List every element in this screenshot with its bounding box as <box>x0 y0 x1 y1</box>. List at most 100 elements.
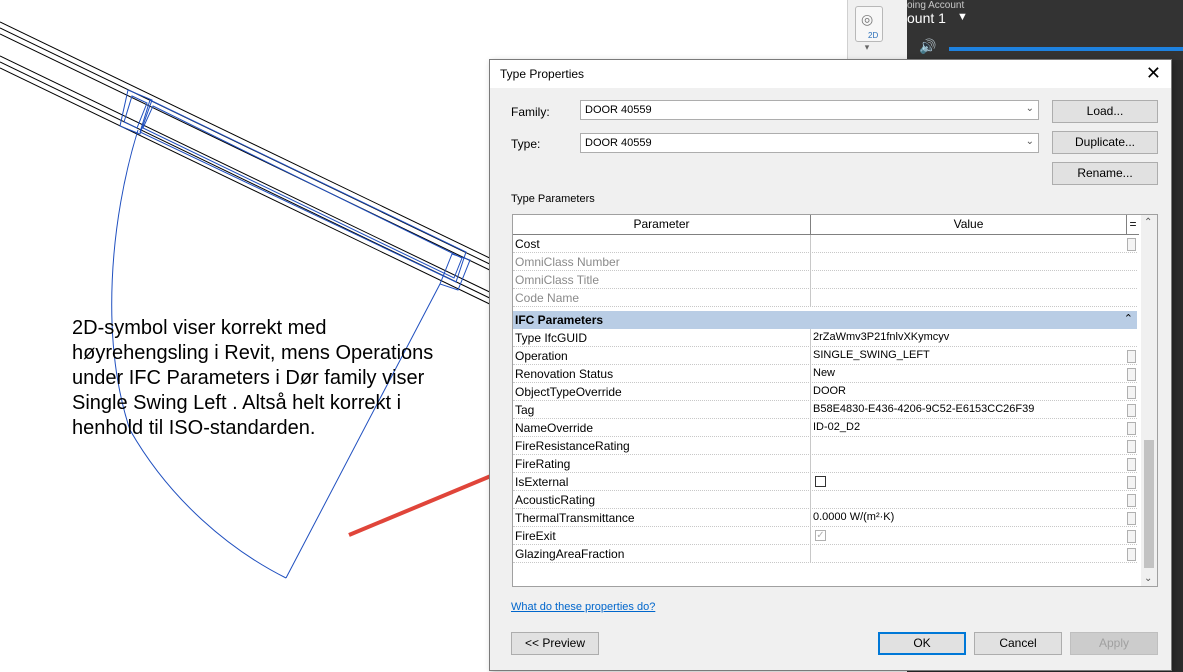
param-name: FireExit <box>515 529 556 543</box>
table-row[interactable]: Operation SINGLE_SWING_LEFT <box>513 347 1137 365</box>
group-header-ifc-parameters[interactable]: IFC Parameters ⌃ <box>513 311 1137 329</box>
type-properties-dialog: Type Properties ✕ Family: DOOR 40559 ⌄ L… <box>489 59 1172 671</box>
table-row[interactable]: Tag B58E4830-E436-4206-9C52-E6153CC26F39 <box>513 401 1137 419</box>
cancel-button[interactable]: Cancel <box>974 632 1062 655</box>
fire-exit-checkbox[interactable]: ✓ <box>815 530 826 541</box>
vertical-scrollbar[interactable]: ⌃ ⌄ <box>1141 215 1157 586</box>
param-value[interactable]: 2rZaWmv3P21fnlvXKymcyv <box>813 331 949 343</box>
table-row[interactable]: IsExternal <box>513 473 1137 491</box>
dialog-titlebar[interactable]: Type Properties ✕ <box>490 60 1171 88</box>
param-value[interactable]: DOOR <box>813 385 846 397</box>
associate-parameter-button[interactable] <box>1127 440 1136 453</box>
table-row[interactable]: FireRating <box>513 455 1137 473</box>
associate-parameter-button[interactable] <box>1127 512 1136 525</box>
family-dropdown[interactable]: DOOR 40559 ⌄ <box>580 100 1039 120</box>
column-divider <box>810 383 811 401</box>
param-name: OmniClass Title <box>515 273 600 287</box>
table-row[interactable]: FireExit ✓ <box>513 527 1137 545</box>
param-value[interactable]: SINGLE_SWING_LEFT <box>813 349 930 361</box>
scroll-down-icon[interactable]: ⌄ <box>1144 573 1152 584</box>
associate-parameter-button[interactable] <box>1127 238 1136 251</box>
param-name: Renovation Status <box>515 367 614 381</box>
param-name: Operation <box>515 349 568 363</box>
account-dropdown-icon[interactable]: ▼ <box>957 11 968 23</box>
table-row[interactable]: AcousticRating <box>513 491 1137 509</box>
column-divider <box>810 401 811 419</box>
collapse-icon[interactable]: ⌃ <box>1124 312 1133 325</box>
param-name: Tag <box>515 403 535 417</box>
scrollbar-thumb[interactable] <box>1144 440 1154 568</box>
associate-parameter-button[interactable] <box>1127 368 1136 381</box>
duplicate-button[interactable]: Duplicate... <box>1052 131 1158 154</box>
param-value[interactable]: 0.0000 W/(m²·K) <box>813 511 894 523</box>
volume-slider[interactable] <box>949 47 1183 51</box>
close-icon[interactable]: ✕ <box>1146 63 1161 84</box>
ok-button[interactable]: OK <box>878 632 966 655</box>
family-value: DOOR 40559 <box>585 104 652 116</box>
table-row[interactable]: NameOverride ID-02_D2 <box>513 419 1137 437</box>
param-name: ObjectTypeOverride <box>515 385 622 399</box>
associate-parameter-button[interactable] <box>1127 458 1136 471</box>
param-name: AcousticRating <box>515 493 596 507</box>
is-external-checkbox[interactable] <box>815 476 826 487</box>
chevron-down-icon[interactable]: ▾ <box>860 42 874 54</box>
speaker-icon[interactable]: 🔊 <box>919 38 936 55</box>
param-name: IsExternal <box>515 475 569 489</box>
nav-2d-label: 2D <box>868 31 879 40</box>
column-header-parameter[interactable]: Parameter <box>513 215 811 235</box>
associate-parameter-button[interactable] <box>1127 404 1136 417</box>
load-button[interactable]: Load... <box>1052 100 1158 123</box>
table-row[interactable]: Code Name <box>513 289 1137 307</box>
table-row[interactable]: GlazingAreaFraction <box>513 545 1137 563</box>
param-name: GlazingAreaFraction <box>515 547 625 561</box>
apply-button[interactable]: Apply <box>1070 632 1158 655</box>
associate-parameter-button[interactable] <box>1127 422 1136 435</box>
table-row[interactable]: Renovation Status New <box>513 365 1137 383</box>
associate-parameter-button[interactable] <box>1127 476 1136 489</box>
param-value[interactable]: B58E4830-E436-4206-9C52-E6153CC26F39 <box>813 403 1034 415</box>
help-link[interactable]: What do these properties do? <box>511 601 655 613</box>
column-divider <box>810 329 811 347</box>
param-name: Type IfcGUID <box>515 331 588 345</box>
column-divider <box>810 527 811 545</box>
column-divider <box>810 509 811 527</box>
column-divider <box>810 235 811 253</box>
param-name: FireResistanceRating <box>515 439 630 453</box>
associate-parameter-button[interactable] <box>1127 350 1136 363</box>
chevron-down-icon: ⌄ <box>1025 103 1034 114</box>
param-name: FireRating <box>515 457 571 471</box>
family-label: Family: <box>511 105 550 119</box>
account-panel: oing Account ount 1 ▼ 🔊 <box>907 0 1183 60</box>
preview-button[interactable]: << Preview <box>511 632 599 655</box>
column-divider <box>810 545 811 563</box>
table-row[interactable]: ObjectTypeOverride DOOR <box>513 383 1137 401</box>
parameters-grid: Parameter Value = Cost OmniClass Number … <box>512 214 1158 587</box>
table-row[interactable]: FireResistanceRating <box>513 437 1137 455</box>
associate-parameter-button[interactable] <box>1127 386 1136 399</box>
rename-button[interactable]: Rename... <box>1052 162 1158 185</box>
group-title: IFC Parameters <box>515 313 604 327</box>
column-divider <box>810 437 811 455</box>
table-row[interactable]: OmniClass Title <box>513 271 1137 289</box>
type-dropdown[interactable]: DOOR 40559 ⌄ <box>580 133 1039 153</box>
associate-parameter-button[interactable] <box>1127 530 1136 543</box>
table-row[interactable]: Type IfcGUID 2rZaWmv3P21fnlvXKymcyv <box>513 329 1137 347</box>
table-row[interactable]: Cost <box>513 235 1137 253</box>
account-name[interactable]: ount 1 <box>907 10 946 26</box>
column-header-value[interactable]: Value <box>811 215 1127 235</box>
dialog-title: Type Properties <box>500 67 585 81</box>
param-name: OmniClass Number <box>515 255 620 269</box>
column-divider <box>810 347 811 365</box>
type-label: Type: <box>511 137 541 151</box>
param-value[interactable]: ID-02_D2 <box>813 421 860 433</box>
steering-wheel-icon[interactable]: ◎ 2D <box>855 6 883 42</box>
table-row[interactable]: OmniClass Number <box>513 253 1137 271</box>
sort-toggle[interactable]: = <box>1127 215 1139 235</box>
table-row[interactable]: ThermalTransmittance 0.0000 W/(m²·K) <box>513 509 1137 527</box>
param-name: Code Name <box>515 291 580 305</box>
associate-parameter-button[interactable] <box>1127 548 1136 561</box>
scroll-up-icon[interactable]: ⌃ <box>1144 217 1152 228</box>
param-value[interactable]: New <box>813 367 835 379</box>
column-divider <box>810 455 811 473</box>
associate-parameter-button[interactable] <box>1127 494 1136 507</box>
